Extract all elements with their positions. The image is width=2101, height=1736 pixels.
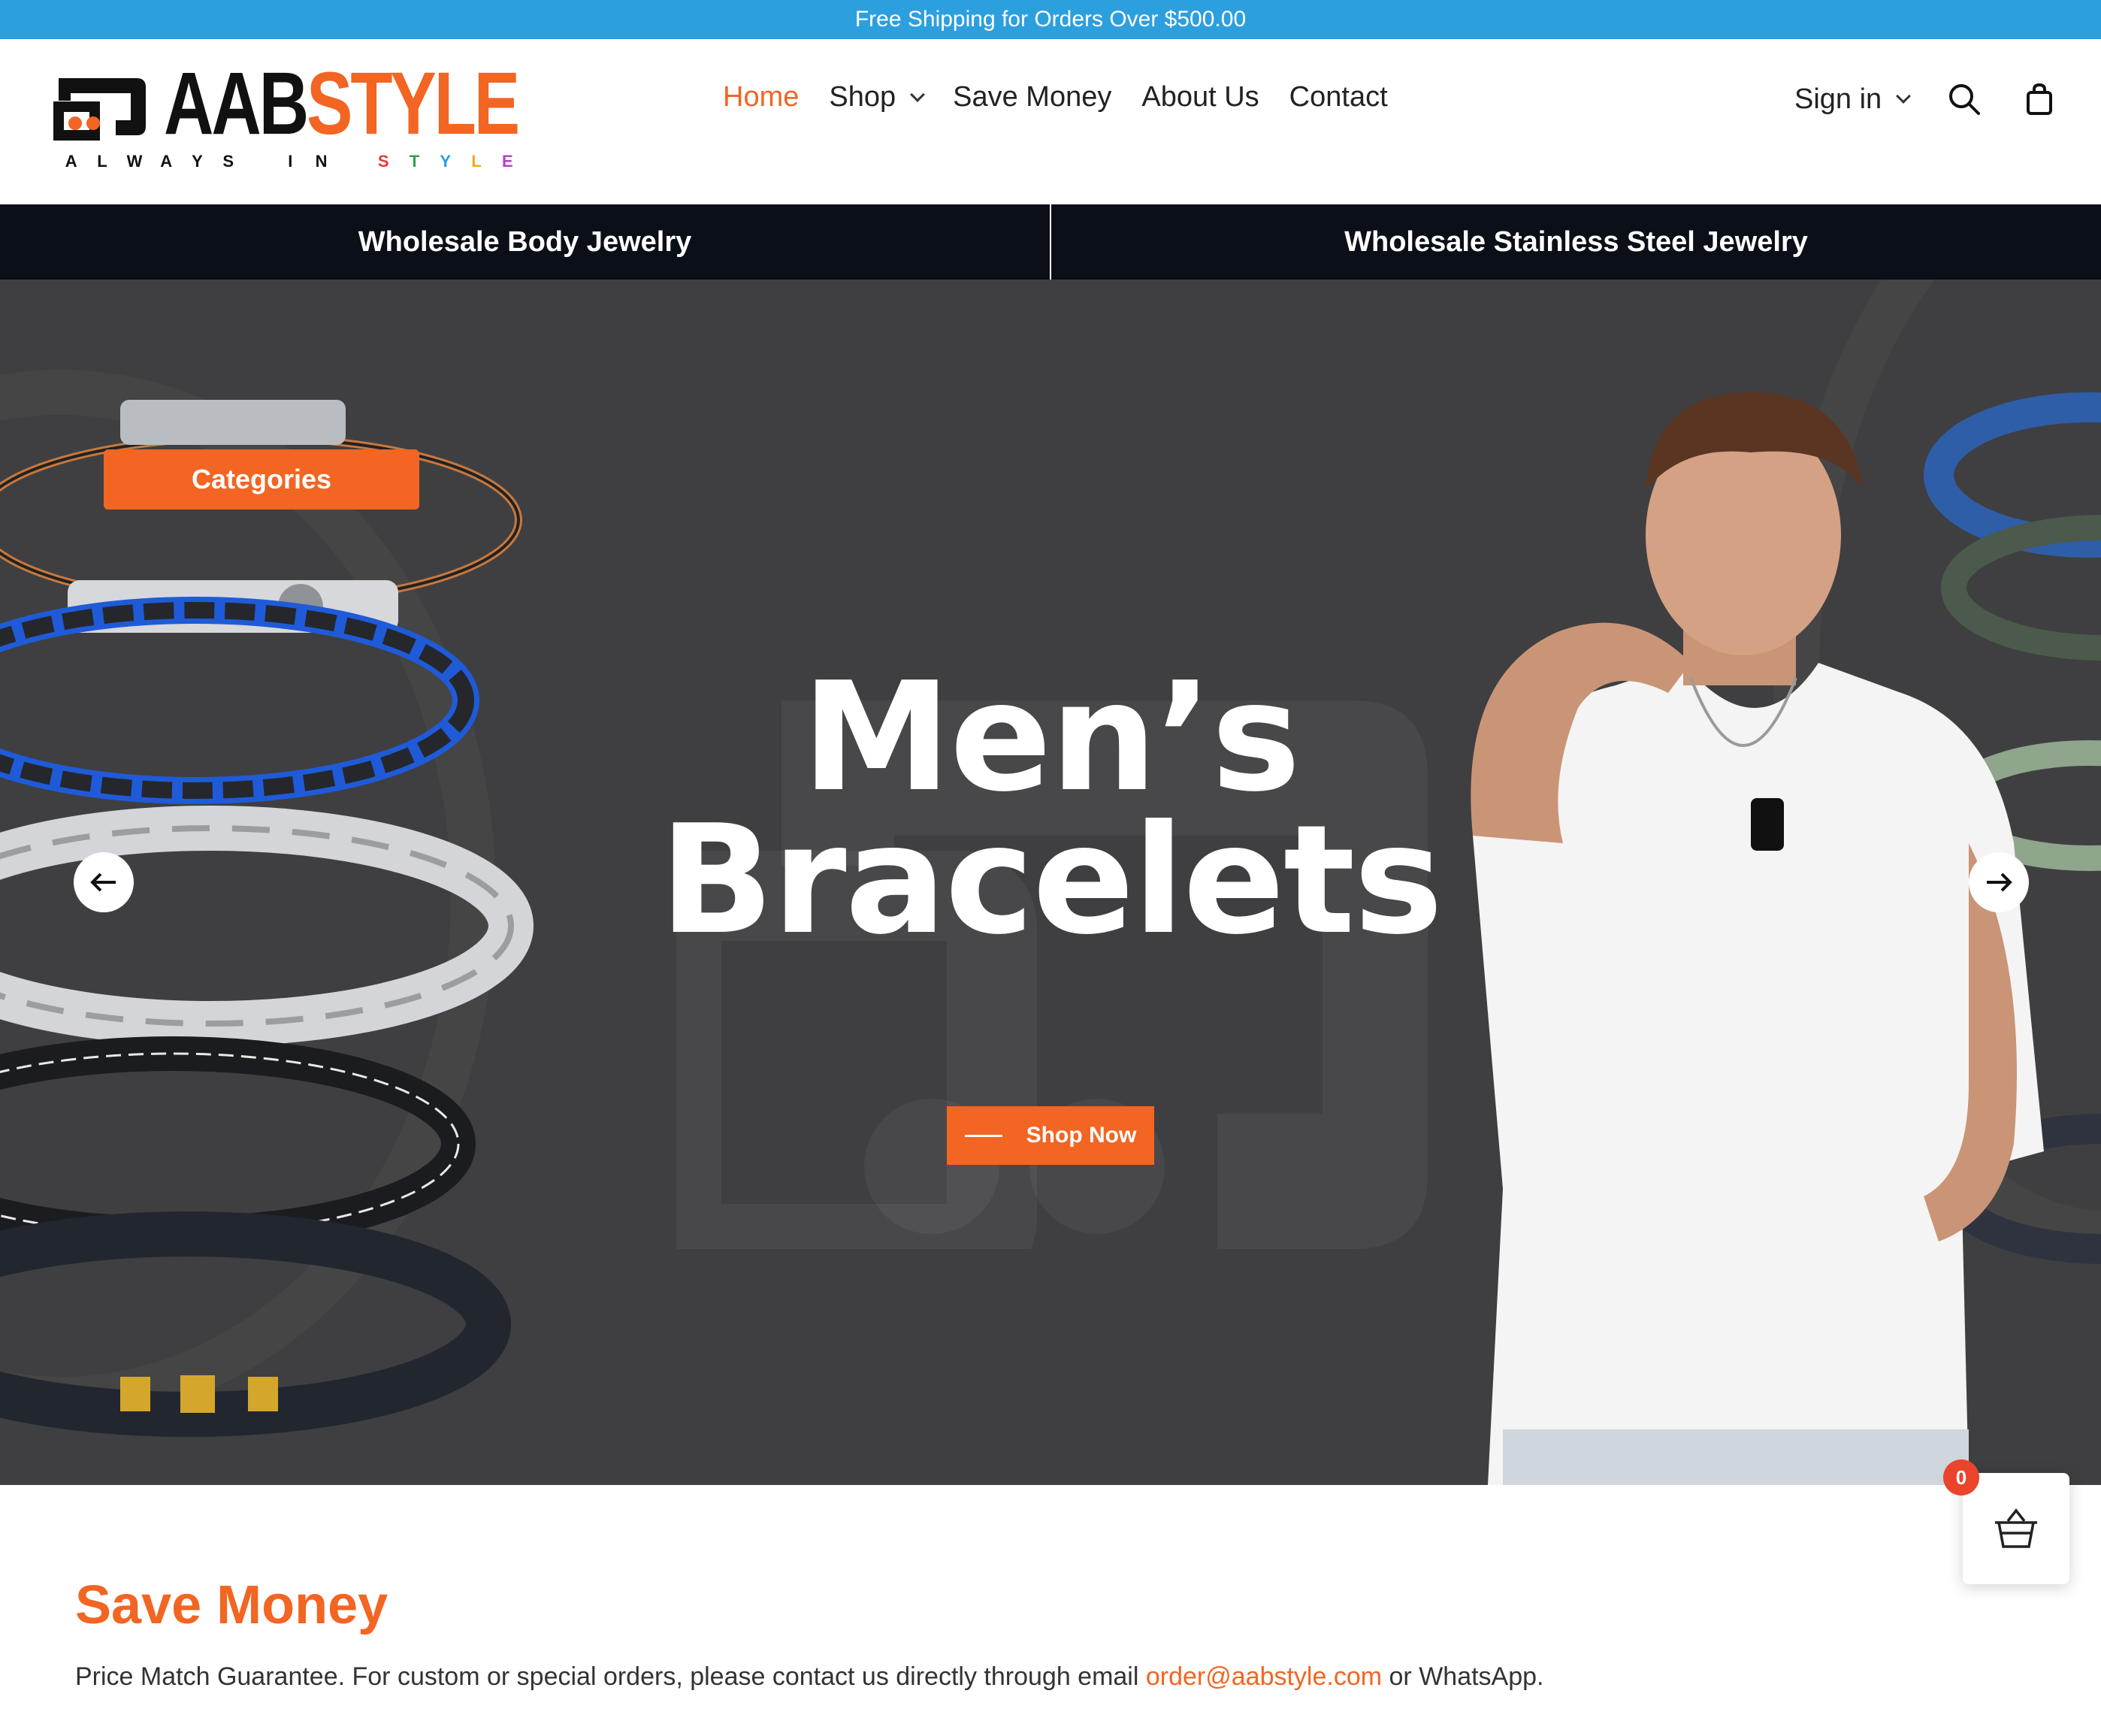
nav-shop-label: Shop (829, 81, 896, 113)
dash-icon (964, 1134, 1002, 1137)
main-nav: Home Shop Save Money About Us Contact (723, 81, 1418, 113)
tagline-letter: W (126, 152, 144, 171)
logo[interactable]: AABSTYLE A L W A Y S I N S T Y L E (53, 54, 520, 174)
logo-tagline: A L W A Y S I N S T Y L E (65, 152, 515, 171)
nav-about-us[interactable]: About Us (1141, 81, 1259, 113)
logo-mark-icon (53, 78, 146, 141)
save-money-text-before: Price Match Guarantee. For custom or spe… (75, 1662, 1146, 1691)
category-label: Wholesale Body Jewelry (358, 225, 692, 258)
basket-icon (1995, 1508, 2037, 1548)
site-header: AABSTYLE A L W A Y S I N S T Y L E Home … (0, 39, 2101, 204)
tagline-letter (252, 152, 267, 171)
hero-slider: Men’s Bracelets Shop Now Categories (0, 280, 2101, 1485)
slider-prev-button[interactable] (74, 852, 134, 912)
chevron-down-icon (910, 86, 926, 102)
nav-shop[interactable]: Shop (829, 81, 926, 113)
nav-save-money-label: Save Money (953, 81, 1112, 113)
tagline-letter: L (97, 152, 109, 171)
save-money-section: Save Money Price Match Guarantee. For cu… (75, 1578, 2029, 1692)
announcement-bar: Free Shipping for Orders Over $500.00 (0, 0, 2101, 39)
search-icon[interactable] (1946, 81, 1982, 117)
header-tools: Sign in (1794, 81, 2057, 117)
tagline-letter: E (501, 152, 515, 171)
hero-title-line1: Men’s (801, 650, 1301, 825)
nav-contact[interactable]: Contact (1289, 81, 1388, 113)
nav-save-money[interactable]: Save Money (953, 81, 1111, 113)
tagline-letter: A (65, 152, 79, 171)
arrow-right-icon (1987, 873, 2012, 892)
floating-cart-button[interactable]: 0 (1943, 1459, 2069, 1584)
logo-brand-a: AAB (164, 54, 309, 153)
shop-now-button[interactable]: Shop Now (947, 1106, 1154, 1165)
tagline-letter: N (315, 152, 329, 171)
tagline-letter (346, 152, 360, 171)
categories-button[interactable]: Categories (104, 449, 419, 510)
save-money-heading: Save Money (75, 1575, 388, 1635)
nav-home-label: Home (723, 81, 800, 113)
signin-label: Sign in (1794, 83, 1882, 115)
logo-wordmark: AABSTYLE (164, 59, 520, 149)
shopping-bag-icon[interactable] (2021, 81, 2057, 117)
save-money-text: Price Match Guarantee. For custom or spe… (75, 1662, 2029, 1692)
category-bar: Wholesale Body Jewelry Wholesale Stainle… (0, 204, 2101, 280)
cart-count-badge: 0 (1943, 1459, 1979, 1496)
category-link-body-jewelry[interactable]: Wholesale Body Jewelry (0, 204, 1050, 280)
tagline-letter: Y (192, 152, 204, 171)
signin-menu[interactable]: Sign in (1794, 83, 1912, 116)
tagline-letter: Y (440, 152, 453, 171)
tagline-letter: I (288, 152, 295, 171)
chevron-down-icon (1896, 89, 1912, 104)
category-label: Wholesale Stainless Steel Jewelry (1344, 225, 1808, 258)
shop-now-label: Shop Now (1026, 1123, 1137, 1148)
hero-title-line2: Bracelets (659, 793, 1443, 968)
tagline-letter: T (409, 152, 422, 171)
save-money-text-after: or WhatsApp. (1382, 1662, 1544, 1691)
tagline-letter: L (471, 152, 483, 171)
nav-about-us-label: About Us (1141, 81, 1259, 113)
tagline-letter: S (377, 152, 391, 171)
nav-contact-label: Contact (1289, 81, 1388, 113)
nav-home[interactable]: Home (723, 81, 799, 113)
categories-label: Categories (191, 464, 332, 494)
tagline-letter: A (160, 152, 174, 171)
email-link[interactable]: order@aabstyle.com (1146, 1662, 1382, 1691)
arrow-left-icon (90, 873, 116, 892)
announcement-text: Free Shipping for Orders Over $500.00 (854, 7, 1247, 32)
slider-next-button[interactable] (1969, 852, 2029, 912)
category-link-stainless-steel[interactable]: Wholesale Stainless Steel Jewelry (1051, 204, 2101, 280)
tagline-letter: S (222, 152, 236, 171)
logo-brand-b: STYLE (307, 54, 520, 153)
